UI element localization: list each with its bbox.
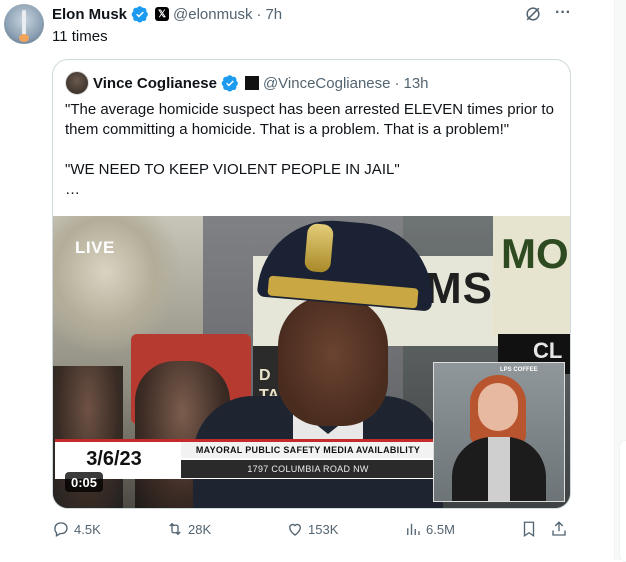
reply-button[interactable]: 4.5K [52, 518, 101, 540]
author-handle[interactable]: @elonmusk [173, 6, 252, 23]
protest-sign-2-text: MOR [501, 230, 570, 277]
like-icon [289, 523, 301, 536]
post-text: 11 times [52, 28, 108, 45]
views-icon [407, 523, 420, 535]
reply-count: 4.5K [74, 521, 101, 537]
post-time[interactable]: 7h [265, 6, 282, 23]
sidebar-card-edge [619, 440, 626, 562]
quote-text: "The average homicide suspect has been a… [65, 101, 554, 198]
interpreter-bg-sign: LPS COFFEE [500, 367, 538, 373]
quote-time[interactable]: 13h [403, 75, 428, 92]
caption-top: MAYORAL PUBLIC SAFETY MEDIA AVAILABILITY [181, 442, 435, 458]
x-affiliation-icon[interactable]: 𝕏 [155, 7, 170, 21]
more-icon[interactable]: ··· [553, 4, 573, 24]
interpreter-scarf [488, 437, 510, 501]
quote-header: Vince Coglianese @VinceCoglianese · 13h [65, 71, 429, 95]
interpreter-face [478, 383, 518, 431]
share-icon[interactable] [550, 520, 568, 538]
protest-sign-3-text: CL [533, 338, 563, 363]
caption-bottom: 1797 COLUMBIA ROAD NW [181, 460, 435, 478]
author-avatar[interactable] [4, 4, 44, 44]
affiliation-badge-icon[interactable] [244, 76, 259, 90]
quote-author-avatar[interactable] [65, 71, 89, 95]
sign-interpreter-inset: LPS COFFEE [433, 362, 565, 502]
broadcast-date: 3/6/23 [86, 447, 142, 470]
views-count: 6.5M [426, 521, 455, 537]
post-actions: 4.5K 28K 153K 6.5M [52, 518, 572, 540]
quoted-post[interactable]: Vince Coglianese @VinceCoglianese · 13h … [52, 59, 571, 509]
like-count: 153K [308, 521, 339, 537]
views-button[interactable]: 6.5M [404, 518, 455, 540]
quote-author-name[interactable]: Vince Coglianese [93, 75, 217, 92]
reply-icon [54, 522, 68, 537]
repost-button[interactable]: 28K [166, 518, 211, 540]
avatar-rocket [22, 10, 26, 36]
live-label: LIVE [75, 238, 115, 257]
bookmark-icon[interactable] [520, 520, 538, 538]
grok-icon[interactable] [523, 4, 543, 24]
verified-badge-icon[interactable] [131, 5, 149, 23]
video-player[interactable]: ADAMS MOR CL D TA LIVE 3/6/23 MAYORAL PU… [53, 216, 570, 508]
officer-cap-badge [303, 222, 335, 274]
author-name[interactable]: Elon Musk [52, 6, 127, 23]
like-button[interactable]: 153K [286, 518, 338, 540]
verified-badge-icon[interactable] [221, 74, 239, 92]
officer-face [278, 296, 388, 426]
repost-count: 28K [188, 521, 212, 537]
avatar-flame [19, 34, 29, 42]
quote-author-handle[interactable]: @VinceCoglianese [263, 75, 391, 92]
video-duration: 0:05 [65, 472, 104, 492]
separator-dot: · [256, 5, 262, 23]
separator-dot: · [394, 74, 400, 92]
repost-icon [169, 522, 181, 536]
post-header: Elon Musk 𝕏 @elonmusk · 7h [52, 4, 282, 24]
